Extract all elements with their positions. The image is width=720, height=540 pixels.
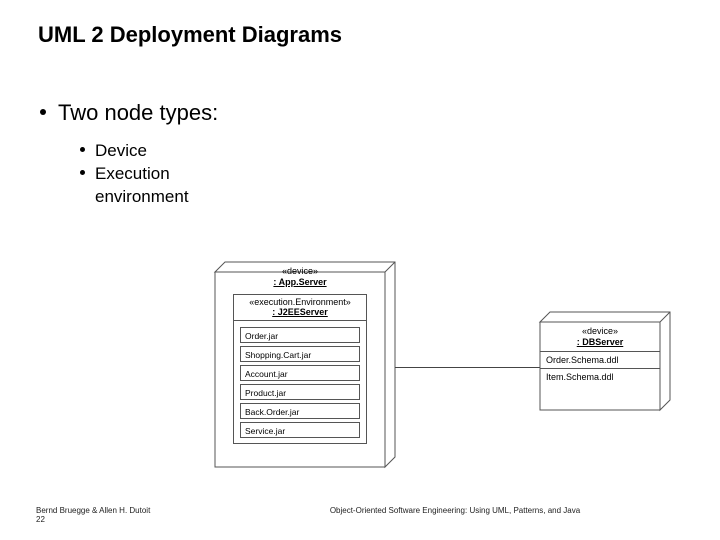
footer-page-number: 22 — [36, 515, 684, 524]
db-artifact-item: Order.Schema.ddl — [540, 352, 660, 369]
db-server-front: «device» : DBServer Order.Schema.ddl Ite… — [540, 322, 660, 385]
stereotype-text: «device» — [215, 266, 385, 277]
slide-title: UML 2 Deployment Diagrams — [38, 22, 342, 48]
db-artifact-list: Order.Schema.ddl Item.Schema.ddl — [540, 351, 660, 385]
bullet-dot-icon — [80, 147, 85, 152]
bullet-text: Device — [95, 141, 147, 160]
slide: UML 2 Deployment Diagrams Two node types… — [0, 0, 720, 540]
bullet-list: Two node types: Device Execution environ… — [40, 100, 218, 207]
stereotype-text: «device» — [540, 326, 660, 337]
bullet-text: Execution — [95, 164, 170, 183]
slide-footer: Bernd Bruegge & Allen H. Dutoit Object-O… — [36, 506, 684, 524]
bullet-dot-icon — [40, 109, 46, 115]
association-line — [395, 367, 540, 368]
bullet-level2: Execution — [80, 163, 218, 186]
node-name: : DBServer — [540, 337, 660, 348]
bullet-text: Two node types: — [58, 100, 218, 125]
artifact-item: Shopping.Cart.jar — [240, 346, 360, 362]
artifact-item: Product.jar — [240, 384, 360, 400]
artifact-list: Order.jar Shopping.Cart.jar Account.jar … — [233, 321, 367, 444]
bullet-continuation: environment — [95, 186, 218, 207]
app-server-label: «device» : App.Server — [215, 262, 385, 288]
db-server-label: «device» : DBServer — [540, 322, 660, 348]
db-artifact-item: Item.Schema.ddl — [540, 369, 660, 385]
bullet-dot-icon — [80, 170, 85, 175]
bullet-level2: Device — [80, 140, 218, 163]
app-server-front: «device» : App.Server «execution.Environ… — [215, 262, 385, 450]
node-name: : App.Server — [215, 277, 385, 288]
footer-authors: Bernd Bruegge & Allen H. Dutoit — [36, 506, 150, 515]
stereotype-text: «execution.Environment» — [238, 297, 362, 308]
footer-book-title: Object-Oriented Software Engineering: Us… — [226, 506, 684, 515]
node-name: : J2EEServer — [238, 307, 362, 318]
artifact-item: Service.jar — [240, 422, 360, 438]
artifact-item: Order.jar — [240, 327, 360, 343]
bullet-level1: Two node types: — [40, 100, 218, 126]
artifact-item: Back.Order.jar — [240, 403, 360, 419]
exec-env-header: «execution.Environment» : J2EEServer — [233, 294, 367, 322]
artifact-item: Account.jar — [240, 365, 360, 381]
